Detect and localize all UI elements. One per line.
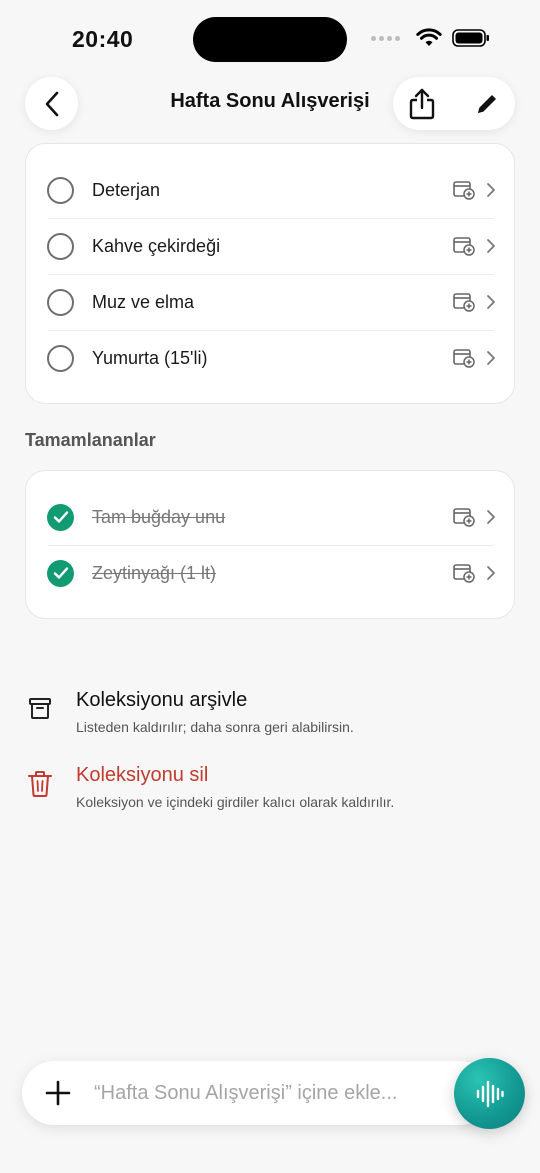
list-item[interactable]: Kahve çekirdeği <box>26 218 516 274</box>
share-icon <box>409 88 435 119</box>
waveform-icon <box>476 1080 504 1107</box>
delete-title: Koleksiyonu sil <box>76 764 209 786</box>
edit-button[interactable] <box>459 77 515 130</box>
checkmark-icon <box>53 511 68 523</box>
signal-icon <box>371 35 400 41</box>
item-checkbox[interactable] <box>47 176 74 204</box>
active-items-card: Deterjan Kahve çekirdeği Muz ve elma Yum… <box>25 143 515 404</box>
plus-icon <box>45 1080 71 1106</box>
wifi-icon <box>416 28 442 46</box>
item-label: Zeytinyağı (1 lt) <box>92 562 217 583</box>
calendar-add-icon[interactable] <box>453 507 475 527</box>
chevron-right-icon <box>487 566 495 580</box>
calendar-add-icon[interactable] <box>453 180 475 200</box>
item-label: Kahve çekirdeği <box>92 235 221 256</box>
item-checkbox[interactable] <box>47 344 74 372</box>
dynamic-island <box>193 17 347 62</box>
status-bar: 20:40 <box>0 0 540 80</box>
list-item[interactable]: Zeytinyağı (1 lt) <box>26 545 516 601</box>
back-button[interactable] <box>25 77 78 130</box>
calendar-add-icon[interactable] <box>453 236 475 256</box>
item-label: Tam buğday unu <box>92 506 226 527</box>
list-item[interactable]: Tam buğday unu <box>26 489 516 545</box>
completed-section-title: Tamamlananlar <box>25 430 156 450</box>
calendar-add-icon[interactable] <box>453 348 475 368</box>
archive-collection-button[interactable]: Koleksiyonu arşivle Listeden kaldırılır;… <box>25 689 505 739</box>
add-item-input[interactable] <box>94 1061 444 1125</box>
chevron-right-icon <box>487 295 495 309</box>
chevron-right-icon <box>487 510 495 524</box>
list-item[interactable]: Deterjan <box>26 162 516 218</box>
completed-items-card: Tam buğday unu Zeytinyağı (1 lt) <box>25 470 515 619</box>
chevron-left-icon <box>45 91 58 116</box>
list-item[interactable]: Yumurta (15'li) <box>26 330 516 386</box>
battery-icon <box>452 29 489 47</box>
item-label: Muz ve elma <box>92 291 195 312</box>
header-actions <box>393 77 515 130</box>
archive-title: Koleksiyonu arşivle <box>76 689 248 711</box>
trash-icon <box>28 771 52 797</box>
share-button[interactable] <box>394 77 450 130</box>
chevron-right-icon <box>487 183 495 197</box>
chevron-right-icon <box>487 239 495 253</box>
pencil-icon <box>478 94 496 113</box>
item-label: Yumurta (15'li) <box>92 347 208 368</box>
status-time: 20:40 <box>72 26 134 52</box>
item-label: Deterjan <box>92 179 161 200</box>
calendar-add-icon[interactable] <box>453 292 475 312</box>
add-button[interactable] <box>44 1079 72 1107</box>
item-checkbox-checked[interactable] <box>47 503 74 531</box>
archive-box-icon <box>29 698 51 719</box>
archive-subtitle: Listeden kaldırılır; daha sonra geri ala… <box>76 719 354 735</box>
list-item[interactable]: Muz ve elma <box>26 274 516 330</box>
delete-subtitle: Koleksiyon ve içindeki girdiler kalıcı o… <box>76 794 395 810</box>
item-checkbox[interactable] <box>47 288 74 316</box>
item-checkbox-checked[interactable] <box>47 559 74 587</box>
voice-input-button[interactable] <box>454 1058 525 1129</box>
page-title: Hafta Sonu Alışverişi <box>170 90 370 112</box>
calendar-add-icon[interactable] <box>453 563 475 583</box>
delete-collection-button[interactable]: Koleksiyonu sil Koleksiyon ve içindeki g… <box>25 764 505 814</box>
checkmark-icon <box>53 567 68 579</box>
add-item-bar <box>22 1061 492 1125</box>
status-icons <box>371 28 490 48</box>
chevron-right-icon <box>487 351 495 365</box>
item-checkbox[interactable] <box>47 232 74 260</box>
